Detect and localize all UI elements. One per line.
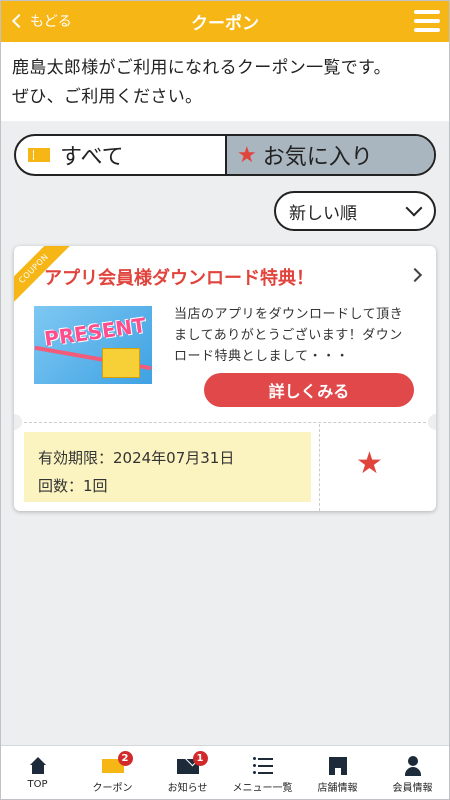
page-title: クーポン	[191, 14, 259, 34]
hamburger-menu-icon[interactable]	[414, 10, 440, 32]
intro-message: 鹿島太郎様がご利用になれるクーポン一覧です。 ぜひ、ご利用ください。	[0, 42, 450, 121]
filter-favorites-button[interactable]: ★ お気に入り	[225, 136, 434, 174]
tab-label: 会員情報	[392, 783, 433, 794]
user-icon	[404, 756, 422, 776]
expiry-date: 有効期限：2024年07月31日	[38, 449, 235, 467]
notification-badge: 2	[117, 751, 133, 766]
tab-menu-list[interactable]: メニュー一覧	[225, 746, 300, 800]
filter-all-button[interactable]: すべて	[16, 136, 225, 174]
filter-toggle: すべて ★ お気に入り	[14, 134, 436, 176]
coupon-terms: 有効期限：2024年07月31日 回数：1回	[24, 432, 311, 502]
coupon-title: アプリ会員様ダウンロード特典！	[44, 268, 314, 289]
gift-box-icon	[102, 348, 140, 378]
menu-list-icon	[252, 757, 273, 774]
chevron-down-icon	[405, 199, 423, 217]
card-divider	[14, 422, 436, 423]
bottom-tab-bar: TOP 2 クーポン 1 お知らせ メニュー一覧 店舗情報 会員情報	[0, 745, 450, 800]
home-icon	[29, 757, 47, 775]
tab-shop-info[interactable]: 店舗情報	[300, 746, 375, 800]
tab-label: 店舗情報	[317, 783, 358, 794]
tab-label: メニュー一覧	[232, 783, 293, 794]
favorite-star-icon[interactable]: ★	[356, 446, 383, 481]
tab-label: クーポン	[92, 783, 133, 794]
coupon-description: 当店のアプリをダウンロードして頂きましてありがとうございます！ダウンロード特典と…	[174, 307, 404, 364]
tab-label: お知らせ	[167, 783, 208, 794]
tab-news[interactable]: 1 お知らせ	[150, 746, 225, 800]
app-header: もどる クーポン	[0, 0, 450, 42]
tab-top[interactable]: TOP	[0, 746, 75, 800]
intro-line-1: 鹿島太郎様がご利用になれるクーポン一覧です。	[12, 58, 391, 78]
ticket-icon	[28, 148, 50, 162]
chevron-right-icon[interactable]	[407, 267, 423, 283]
coupon-image: PRESENT	[34, 306, 152, 384]
sort-selected-label: 新しい順	[289, 203, 357, 224]
filter-favorites-label: お気に入り	[262, 145, 373, 170]
tab-coupon[interactable]: 2 クーポン	[75, 746, 150, 800]
tab-label: TOP	[27, 779, 48, 790]
present-image-text: PRESENT	[42, 313, 148, 351]
coupon-card-link[interactable]: COUPON アプリ会員様ダウンロード特典！ PRESENT 当店のアプリをダウ…	[14, 246, 436, 421]
star-icon: ★	[237, 142, 257, 168]
intro-line-2: ぜひ、ご利用ください。	[12, 87, 203, 107]
detail-button[interactable]: 詳しくみる	[204, 373, 414, 407]
coupon-card: COUPON アプリ会員様ダウンロード特典！ PRESENT 当店のアプリをダウ…	[14, 246, 436, 511]
usage-count: 回数：1回	[38, 477, 108, 495]
tab-member-info[interactable]: 会員情報	[375, 746, 450, 800]
shop-icon	[328, 757, 347, 775]
notification-badge: 1	[192, 751, 208, 766]
filter-all-label: すべて	[60, 145, 124, 170]
sort-select[interactable]: 新しい順	[274, 191, 436, 231]
